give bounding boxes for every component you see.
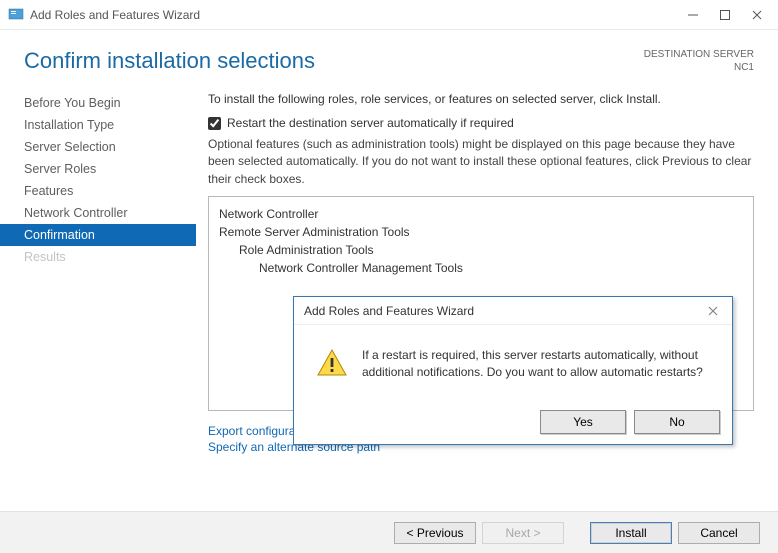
dialog-message: If a restart is required, this server re…: [362, 347, 714, 382]
warning-icon: [316, 347, 348, 379]
optional-features-note: Optional features (such as administratio…: [208, 136, 754, 188]
list-item: Role Administration Tools: [219, 241, 743, 259]
next-button: Next >: [482, 522, 564, 544]
previous-button[interactable]: < Previous: [394, 522, 476, 544]
sidebar-item-network-controller[interactable]: Network Controller: [0, 202, 196, 224]
window-titlebar: Add Roles and Features Wizard: [0, 0, 778, 30]
window-controls: [686, 8, 770, 22]
dialog-titlebar: Add Roles and Features Wizard: [294, 297, 732, 325]
restart-confirmation-dialog: Add Roles and Features Wizard If a resta…: [293, 296, 733, 445]
install-button[interactable]: Install: [590, 522, 672, 544]
wizard-footer: < Previous Next > Install Cancel: [0, 511, 778, 553]
server-manager-icon: [8, 7, 24, 23]
restart-checkbox[interactable]: [208, 117, 221, 130]
destination-label: DESTINATION SERVER: [644, 48, 754, 61]
sidebar-item-installation-type[interactable]: Installation Type: [0, 114, 196, 136]
destination-value: NC1: [644, 61, 754, 74]
sidebar-item-confirmation[interactable]: Confirmation: [0, 224, 196, 246]
sidebar-item-before-you-begin[interactable]: Before You Begin: [0, 92, 196, 114]
wizard-header: Confirm installation selections DESTINAT…: [0, 30, 778, 88]
restart-checkbox-label: Restart the destination server automatic…: [227, 116, 514, 130]
list-item: Network Controller Management Tools: [219, 259, 743, 277]
maximize-button[interactable]: [718, 8, 732, 22]
cancel-button[interactable]: Cancel: [678, 522, 760, 544]
destination-server-info: DESTINATION SERVER NC1: [644, 48, 754, 74]
list-item: Network Controller: [219, 205, 743, 223]
wizard-steps-sidebar: Before You Begin Installation Type Serve…: [0, 88, 196, 455]
minimize-button[interactable]: [686, 8, 700, 22]
page-title: Confirm installation selections: [24, 48, 315, 74]
dialog-yes-button[interactable]: Yes: [540, 410, 626, 434]
intro-text: To install the following roles, role ser…: [208, 88, 754, 106]
dialog-title: Add Roles and Features Wizard: [304, 304, 474, 318]
close-button[interactable]: [750, 8, 764, 22]
window-title: Add Roles and Features Wizard: [30, 8, 686, 22]
sidebar-item-server-selection[interactable]: Server Selection: [0, 136, 196, 158]
list-item: Remote Server Administration Tools: [219, 223, 743, 241]
sidebar-item-results: Results: [0, 246, 196, 268]
dialog-no-button[interactable]: No: [634, 410, 720, 434]
sidebar-item-features[interactable]: Features: [0, 180, 196, 202]
sidebar-item-server-roles[interactable]: Server Roles: [0, 158, 196, 180]
dialog-close-button[interactable]: [704, 303, 722, 319]
